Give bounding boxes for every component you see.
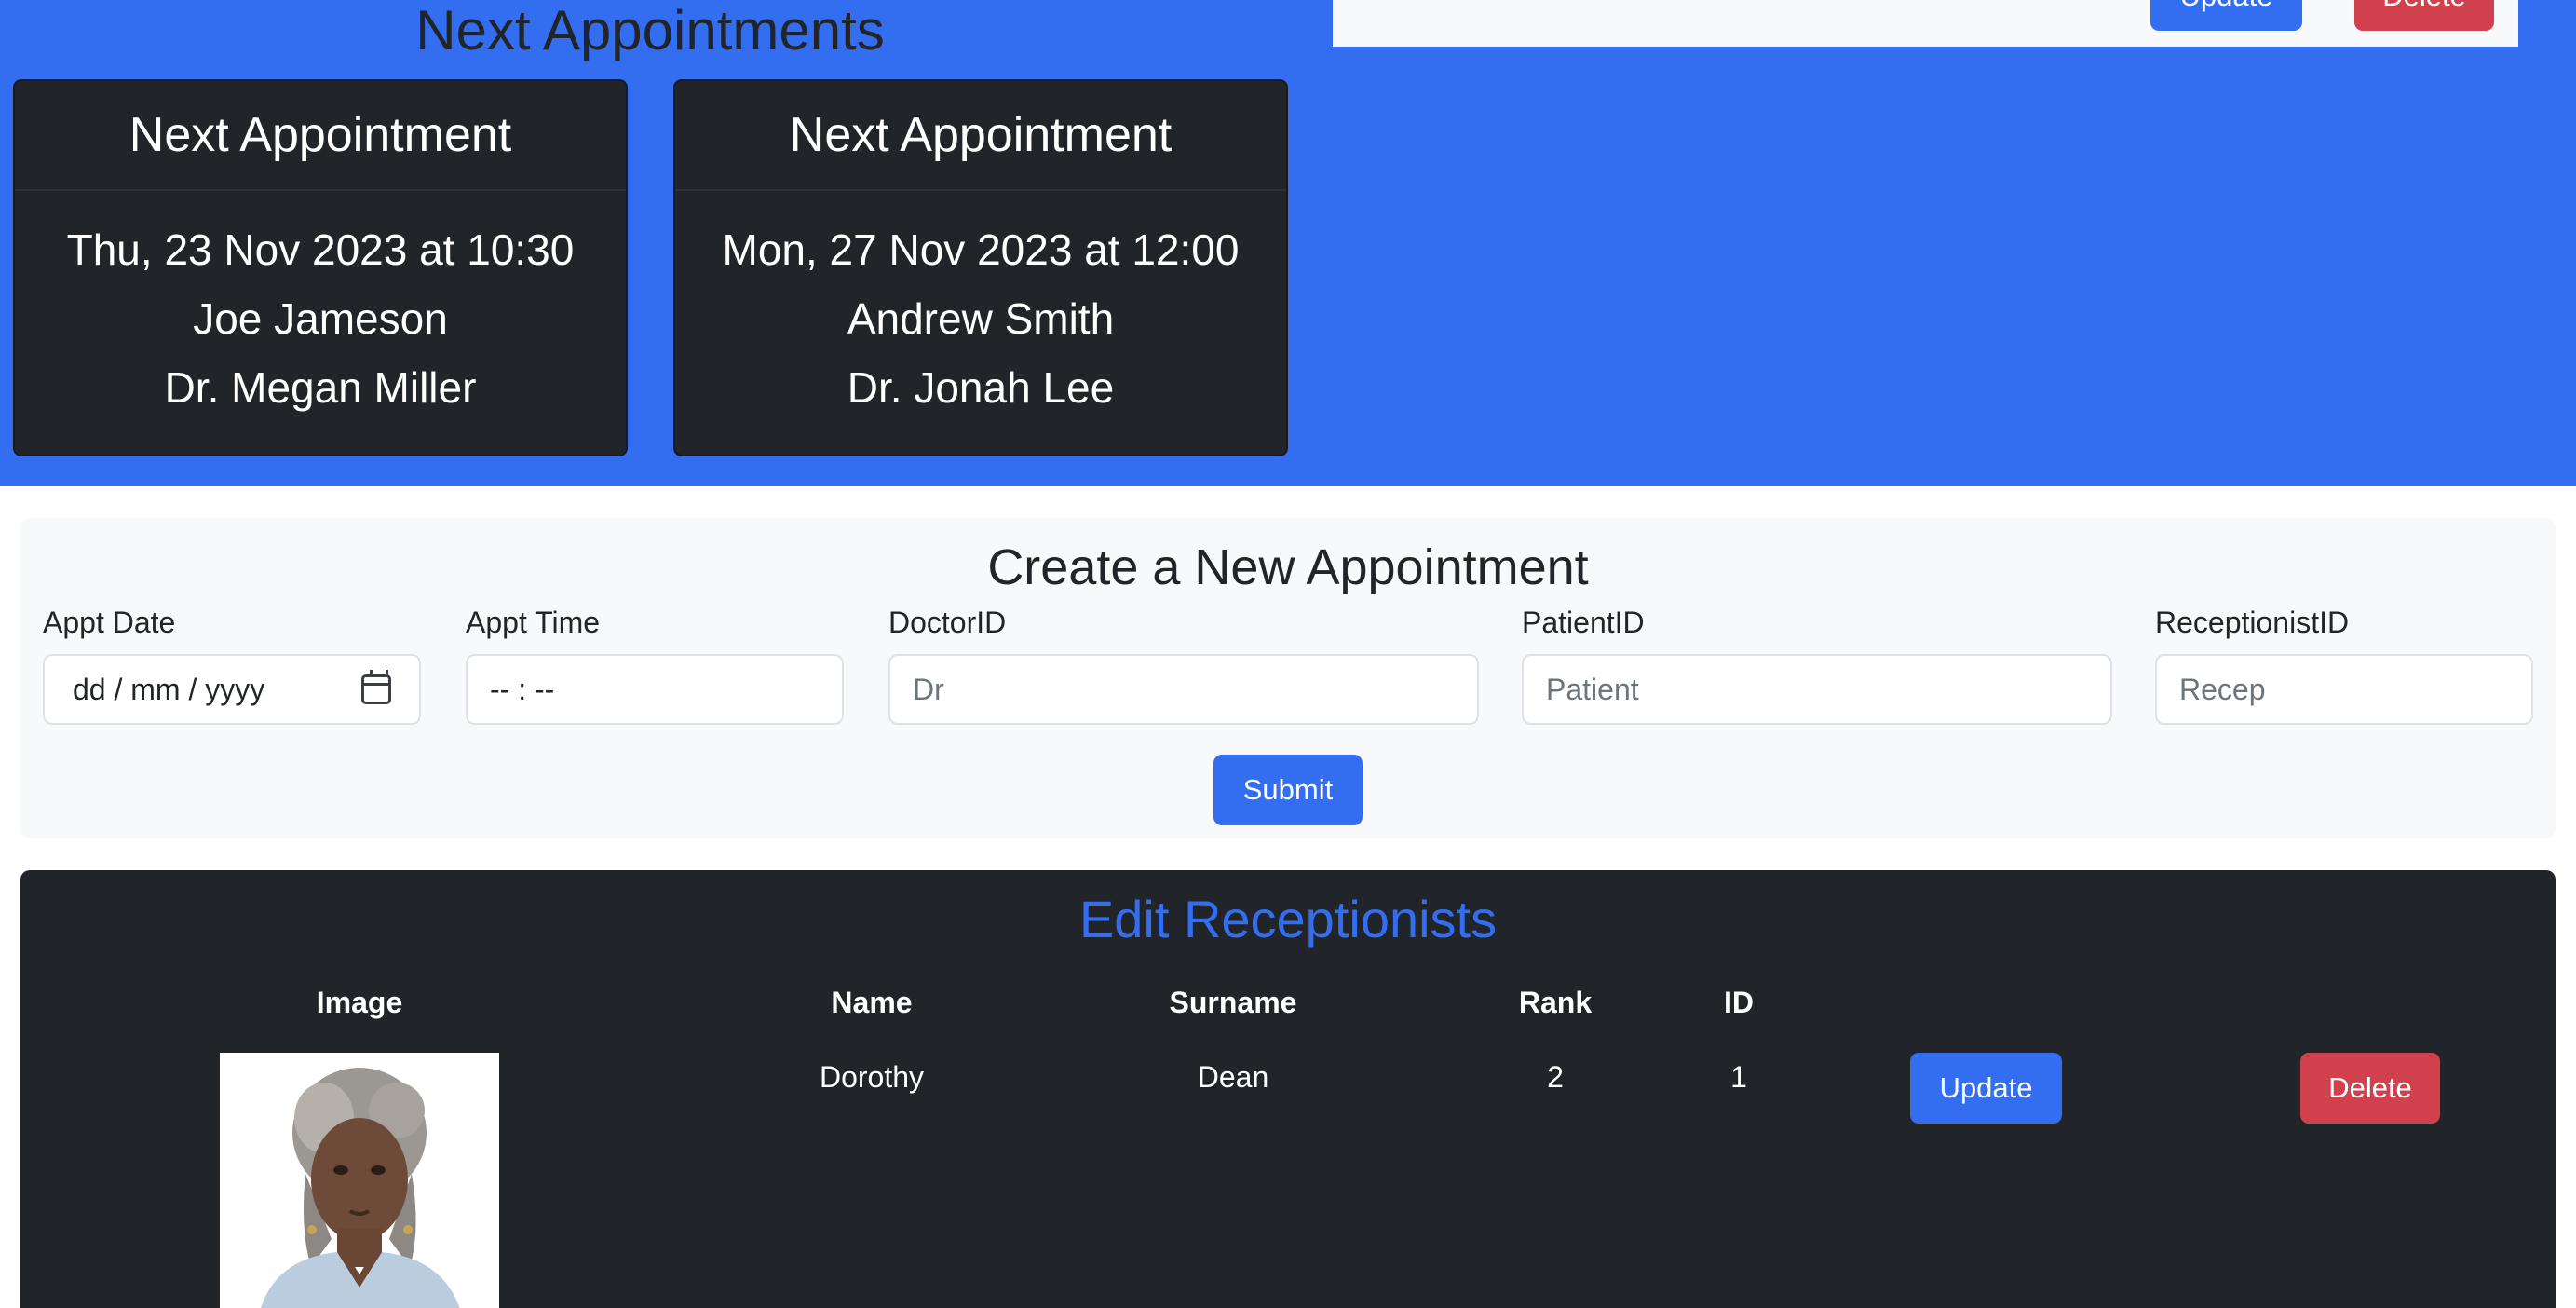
calendar-icon[interactable] (361, 670, 391, 704)
appointment-patient: Joe Jameson (193, 294, 448, 343)
receptionist-id-input[interactable] (2155, 654, 2533, 725)
portrait-image (220, 1053, 499, 1308)
appointment-card-header: Next Appointment (675, 81, 1286, 191)
appointment-patient: Andrew Smith (847, 294, 1115, 343)
doctor-id-input[interactable] (888, 654, 1479, 725)
delete-receptionist-button[interactable]: Delete (2300, 1053, 2440, 1124)
appointment-doctor: Dr. Megan Miller (164, 363, 477, 412)
update-button[interactable]: Update (2150, 0, 2302, 31)
delete-button[interactable]: Delete (2354, 0, 2494, 31)
patient-id-input[interactable] (1522, 654, 2112, 725)
receptionist-name: Dorothy (819, 1060, 925, 1094)
appt-time-input[interactable]: -- : -- (466, 654, 844, 725)
appointment-card: Next Appointment Thu, 23 Nov 2023 at 10:… (13, 79, 628, 456)
update-receptionist-button[interactable]: Update (1910, 1053, 2062, 1124)
receptionist-id-label: ReceptionistID (2155, 606, 2350, 639)
appointment-datetime: Thu, 23 Nov 2023 at 10:30 (66, 225, 575, 274)
appt-date-input[interactable]: dd / mm / yyyy (43, 654, 421, 725)
edit-receptionists-panel: Edit Receptionists Image Name Surname Ra… (20, 870, 2556, 1308)
appointment-card: Next Appointment Mon, 27 Nov 2023 at 12:… (673, 79, 1288, 456)
column-header-surname: Surname (1169, 986, 1297, 1019)
appt-time-label: Appt Time (466, 606, 601, 639)
receptionist-rank: 2 (1547, 1060, 1564, 1094)
receptionists-title: Edit Receptionists (1078, 890, 1498, 948)
appointment-card-header: Next Appointment (15, 81, 626, 191)
previous-table-panel: Update Delete (1333, 0, 2518, 47)
create-appointment-form: Create a New Appointment Appt Date dd / … (20, 518, 2556, 838)
appt-date-label: Appt Date (43, 606, 176, 639)
column-header-image: Image (316, 986, 403, 1019)
receptionist-id: 1 (1730, 1060, 1747, 1094)
column-header-id: ID (1724, 986, 1754, 1019)
receptionist-surname: Dean (1197, 1060, 1269, 1094)
form-title: Create a New Appointment (987, 539, 1589, 595)
doctor-id-label: DoctorID (888, 606, 1007, 639)
appt-date-value: dd / mm / yyyy (73, 672, 265, 706)
appt-time-value: -- : -- (490, 672, 555, 706)
column-header-name: Name (831, 986, 913, 1019)
column-header-rank: Rank (1518, 986, 1593, 1019)
appointments-title: Next Appointments (415, 0, 885, 61)
patient-id-label: PatientID (1522, 606, 1645, 639)
appointments-section: Next Appointments Next Appointment Thu, … (0, 0, 2576, 486)
submit-button[interactable]: Submit (1213, 755, 1363, 825)
receptionist-photo (220, 1053, 499, 1308)
appointment-datetime: Mon, 27 Nov 2023 at 12:00 (722, 225, 1240, 274)
appointment-doctor: Dr. Jonah Lee (847, 363, 1115, 412)
